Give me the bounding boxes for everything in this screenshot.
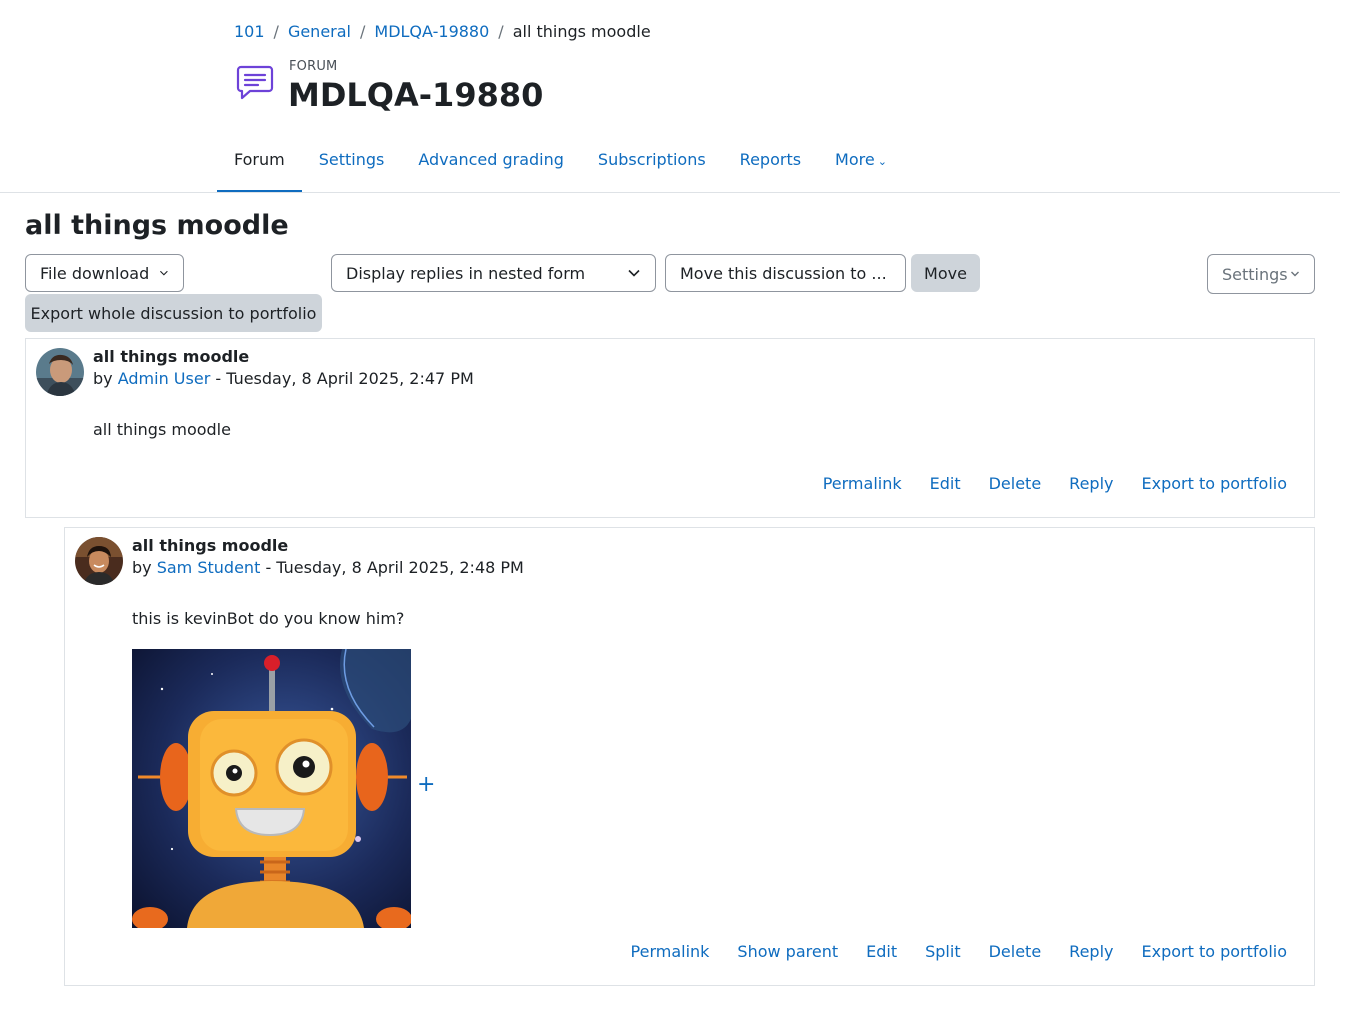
page-title: MDLQA-19880: [288, 76, 544, 114]
forum-post-reply: all things moodle by Sam Student - Tuesd…: [64, 527, 1315, 986]
file-download-label: File download: [40, 263, 150, 283]
export-to-portfolio-link[interactable]: Export to portfolio: [1141, 474, 1287, 493]
tab-forum[interactable]: Forum: [217, 138, 302, 193]
forum-post: all things moodle by Admin User - Tuesda…: [25, 338, 1315, 518]
nav-divider: [0, 192, 1340, 193]
tab-more-label: More: [835, 150, 875, 169]
post-actions: Permalink Show parent Edit Split Delete …: [603, 942, 1287, 961]
author-link[interactable]: Sam Student: [157, 558, 261, 577]
post-subject: all things moodle: [93, 347, 250, 366]
reply-link[interactable]: Reply: [1069, 474, 1113, 493]
tab-more[interactable]: More ⌄: [818, 138, 904, 192]
post-actions: Permalink Edit Delete Reply Export to po…: [795, 474, 1287, 493]
reply-link[interactable]: Reply: [1069, 942, 1113, 961]
post-date: - Tuesday, 8 April 2025, 2:48 PM: [265, 558, 524, 577]
discussion-title: all things moodle: [25, 210, 289, 241]
permalink-link[interactable]: Permalink: [823, 474, 902, 493]
display-mode-label: Display replies in nested form: [346, 263, 586, 283]
module-type-label: FORUM: [289, 59, 338, 74]
chevron-down-icon: [160, 270, 168, 276]
chevron-down-icon: [1291, 271, 1299, 277]
permalink-link[interactable]: Permalink: [631, 942, 710, 961]
edit-link[interactable]: Edit: [930, 474, 961, 493]
delete-link[interactable]: Delete: [989, 942, 1042, 961]
tab-reports[interactable]: Reports: [723, 138, 818, 192]
forum-icon: [234, 62, 276, 104]
split-link[interactable]: Split: [925, 942, 960, 961]
breadcrumb-item-current: all things moodle: [512, 22, 651, 41]
discussion-settings-button[interactable]: Settings: [1207, 254, 1315, 294]
post-subject: all things moodle: [132, 536, 289, 555]
move-discussion-label: Move this discussion to ...: [680, 263, 887, 283]
plus-icon[interactable]: +: [417, 772, 435, 797]
robot-image: [132, 648, 412, 931]
breadcrumb: 101 / General / MDLQA-19880 / all things…: [234, 22, 651, 41]
post-date: - Tuesday, 8 April 2025, 2:47 PM: [215, 369, 474, 388]
show-parent-link[interactable]: Show parent: [737, 942, 838, 961]
discussion-settings-label: Settings: [1222, 264, 1288, 284]
author-link[interactable]: Admin User: [118, 369, 211, 388]
breadcrumb-item-section[interactable]: General: [288, 22, 351, 41]
edit-link[interactable]: Edit: [866, 942, 897, 961]
breadcrumb-item-forum[interactable]: MDLQA-19880: [374, 22, 489, 41]
byline-prefix: by: [93, 369, 113, 388]
file-download-select[interactable]: File download: [25, 254, 184, 292]
export-to-portfolio-link[interactable]: Export to portfolio: [1141, 942, 1287, 961]
breadcrumb-separator: /: [273, 22, 279, 41]
delete-link[interactable]: Delete: [989, 474, 1042, 493]
byline-prefix: by: [132, 558, 152, 577]
post-content: this is kevinBot do you know him?: [132, 609, 405, 628]
post-content: all things moodle: [93, 420, 231, 439]
tab-advanced-grading[interactable]: Advanced grading: [401, 138, 581, 192]
move-discussion-select[interactable]: Move this discussion to ...: [665, 254, 906, 292]
move-button[interactable]: Move: [911, 254, 980, 292]
export-discussion-button[interactable]: Export whole discussion to portfolio: [25, 294, 322, 332]
breadcrumb-separator: /: [498, 22, 504, 41]
breadcrumb-separator: /: [360, 22, 366, 41]
avatar[interactable]: [36, 348, 84, 396]
chevron-down-icon: ⌄: [877, 155, 887, 168]
post-byline: by Admin User - Tuesday, 8 April 2025, 2…: [93, 369, 474, 388]
tab-subscriptions[interactable]: Subscriptions: [581, 138, 723, 192]
post-byline: by Sam Student - Tuesday, 8 April 2025, …: [132, 558, 524, 577]
chevron-down-icon: [628, 269, 640, 277]
tab-settings[interactable]: Settings: [302, 138, 402, 192]
avatar[interactable]: [75, 537, 123, 585]
display-mode-select[interactable]: Display replies in nested form: [331, 254, 656, 292]
secondary-navigation: Forum Settings Advanced grading Subscrip…: [217, 138, 904, 193]
breadcrumb-item-course[interactable]: 101: [234, 22, 265, 41]
